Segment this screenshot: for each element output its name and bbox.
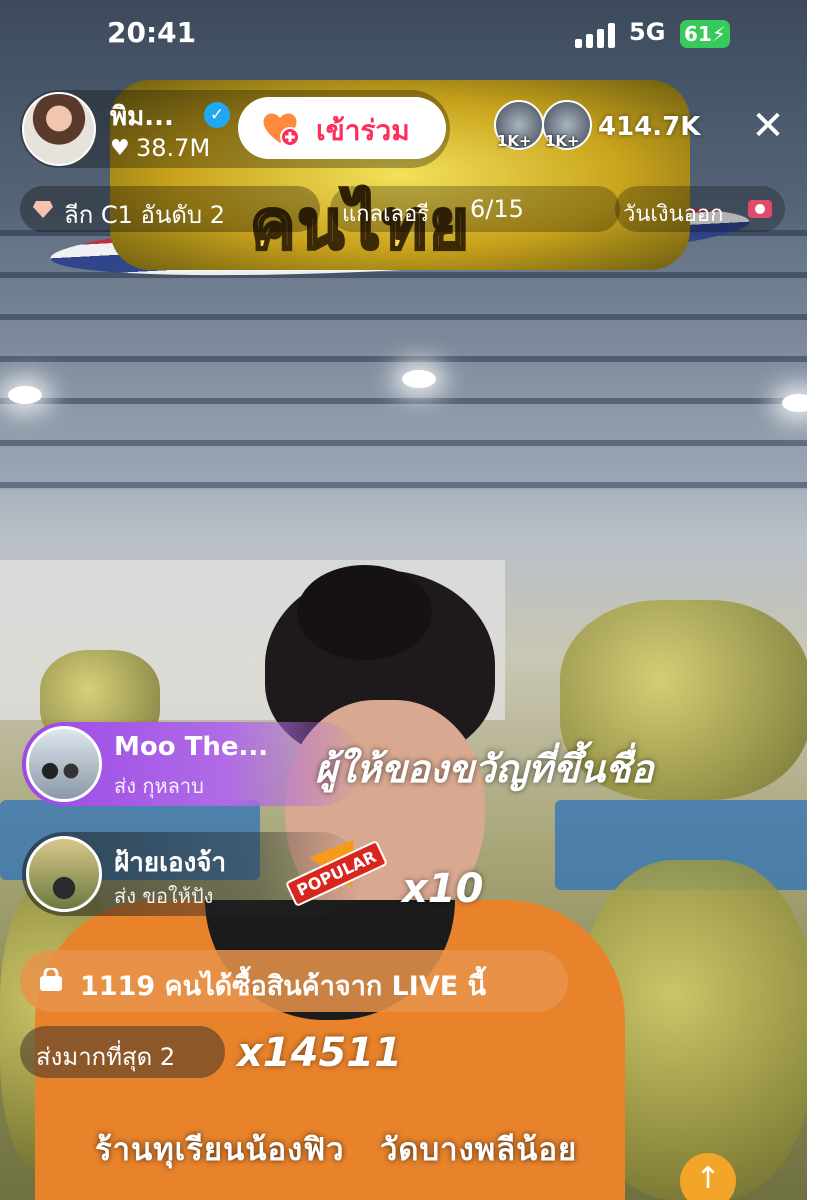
heart-icon: ♥ [110, 136, 130, 161]
host-likes: 38.7M [136, 134, 211, 162]
gifter-name: Moo The... [114, 732, 269, 762]
viewer-count[interactable]: 414.7K [598, 112, 700, 142]
battery-icon: 61⚡ [680, 20, 730, 48]
gift-description: ส่ง ขอให้ปัง [114, 884, 214, 908]
league-label: ลีก C1 อันดับ 2 [64, 201, 226, 229]
payday-label: วันเงินออก [623, 202, 724, 227]
signal-icon [575, 22, 617, 48]
most-sent-label: ส่งมากที่สุด 2 [36, 1043, 176, 1071]
gift-description: ส่ง กุหลาบ [114, 774, 204, 798]
stream-caption: ร้านทุเรียนน้องฟิว วัดบางพลีน้อย [95, 1132, 578, 1168]
join-button[interactable]: เข้าร่วม [238, 97, 446, 159]
join-heart-icon [263, 113, 300, 147]
purchase-banner[interactable]: 1119 คนได้ซื้อสินค้าจาก LIVE นี้ [20, 950, 568, 1012]
gift-card[interactable]: Moo The... ส่ง กุหลาบ [22, 722, 362, 806]
shopping-bag-icon [40, 968, 62, 991]
most-sent-count: x14511 [237, 1030, 402, 1076]
league-rank[interactable]: ลีก C1 อันดับ 2 [20, 186, 320, 232]
purchase-text: 1119 คนได้ซื้อสินค้าจาก LIVE นี้ [80, 971, 487, 1002]
gallery-label: แกลเลอรี [342, 202, 430, 227]
gifter-avatar[interactable] [26, 726, 102, 802]
gifter-avatar[interactable] [26, 836, 102, 912]
live-stream-screen: คนไทย 20:41 5G 61⚡ พิม... ✓ ♥ 38.7M เข้า… [0, 0, 812, 1200]
status-time: 20:41 [107, 16, 197, 49]
payday[interactable]: วันเงินออก [615, 186, 785, 232]
ceiling-light [402, 370, 436, 388]
gift-combo-count: x10 [402, 866, 484, 912]
top-gifter-label: ผู้ให้ของขวัญที่ขึ้นชื่อ [315, 747, 654, 791]
most-sent-badge[interactable]: ส่งมากที่สุด 2 [20, 1026, 225, 1078]
join-label: เข้าร่วม [316, 114, 410, 147]
gallery[interactable]: แกลเลอรี 6/15 [330, 186, 620, 232]
network-type: 5G [629, 18, 666, 46]
close-icon[interactable]: ✕ [748, 106, 788, 146]
screen-edge [807, 0, 812, 1200]
popular-gift-icon: POPULAR [285, 824, 388, 916]
ceiling-light [8, 386, 42, 404]
share-icon[interactable]: ↑ [680, 1153, 736, 1200]
battery-level: 61 [684, 22, 712, 46]
payday-icon [748, 200, 772, 218]
gallery-count: 6/15 [470, 195, 524, 223]
host-avatar[interactable] [22, 92, 96, 166]
verified-icon: ✓ [204, 102, 230, 128]
host-name: พิม... [110, 102, 174, 132]
gifter-name: ฝ้ายเองจ้า [114, 848, 227, 878]
diamond-icon [33, 201, 53, 218]
viewer-badge: 1K+ [497, 132, 532, 150]
viewer-badge: 1K+ [545, 132, 580, 150]
